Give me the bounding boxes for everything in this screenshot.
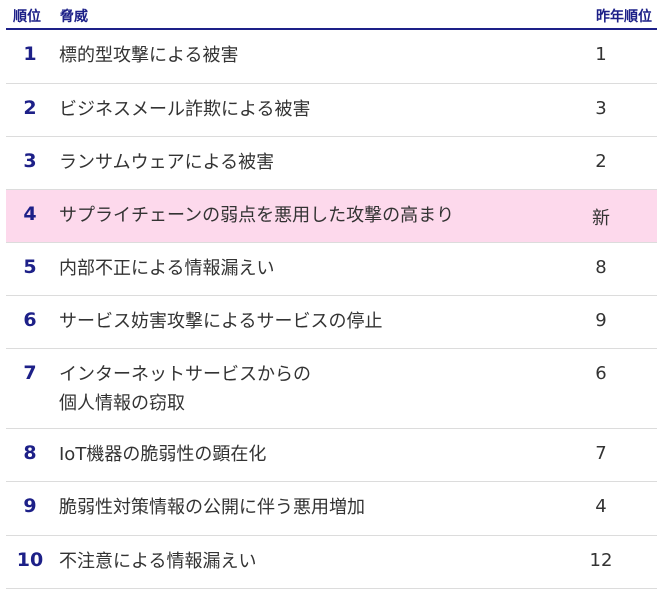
threat-name: サプライチェーンの弱点を悪用した攻撃の高まり bbox=[59, 205, 455, 226]
rank-number: 3 bbox=[23, 150, 37, 172]
table-row: 1 標的型攻撃による被害 1 bbox=[6, 30, 657, 84]
previous-rank: 9 bbox=[595, 310, 607, 331]
header-threat: 脅威 bbox=[60, 9, 88, 25]
rank-number: 4 bbox=[23, 203, 37, 225]
table-row: 10 不注意による情報漏えい 12 bbox=[6, 536, 657, 589]
previous-rank: 3 bbox=[595, 98, 607, 119]
table-header: 順位 脅威 昨年順位 bbox=[6, 0, 657, 30]
threat-name: サービス妨害攻撃によるサービスの停止 bbox=[59, 311, 383, 332]
table-row: 8 IoT機器の脆弱性の顕在化 7 bbox=[6, 429, 657, 482]
rank-number: 1 bbox=[23, 43, 37, 65]
threat-name: 標的型攻撃による被害 bbox=[59, 45, 239, 66]
header-previous-rank: 昨年順位 bbox=[596, 9, 652, 25]
rank-number: 6 bbox=[23, 309, 37, 331]
threat-name: IoT機器の脆弱性の顕在化 bbox=[59, 444, 267, 465]
table-row: 5 内部不正による情報漏えい 8 bbox=[6, 243, 657, 296]
rank-number: 2 bbox=[23, 97, 37, 119]
previous-rank: 12 bbox=[589, 550, 613, 571]
table-row: 2 ビジネスメール詐欺による被害 3 bbox=[6, 84, 657, 137]
threat-name: 内部不正による情報漏えい bbox=[59, 258, 275, 279]
threat-name-line2: 個人情報の窃取 bbox=[59, 393, 185, 414]
threat-name: 不注意による情報漏えい bbox=[59, 551, 257, 572]
table-row: 3 ランサムウェアによる被害 2 bbox=[6, 137, 657, 190]
previous-rank: 2 bbox=[595, 151, 607, 172]
threat-name: ビジネスメール詐欺による被害 bbox=[59, 99, 311, 120]
previous-rank: 8 bbox=[595, 257, 607, 278]
previous-rank: 4 bbox=[595, 496, 607, 517]
threat-ranking-table: 順位 脅威 昨年順位 1 標的型攻撃による被害 1 2 ビジネスメール詐欺による… bbox=[6, 0, 657, 589]
previous-rank: 1 bbox=[595, 44, 607, 65]
rank-number: 5 bbox=[23, 256, 37, 278]
header-rank: 順位 bbox=[13, 9, 41, 25]
table-row: 7 インターネットサービスからの 個人情報の窃取 6 bbox=[6, 349, 657, 429]
threat-name: 脆弱性対策情報の公開に伴う悪用増加 bbox=[59, 497, 365, 518]
table-row-highlighted: 4 サプライチェーンの弱点を悪用した攻撃の高まり 新 bbox=[6, 190, 657, 243]
rank-number: 8 bbox=[23, 442, 37, 464]
previous-rank: 7 bbox=[595, 443, 607, 464]
rank-number: 9 bbox=[23, 495, 37, 517]
threat-name: ランサムウェアによる被害 bbox=[59, 152, 275, 173]
table-row: 9 脆弱性対策情報の公開に伴う悪用増加 4 bbox=[6, 482, 657, 536]
threat-name: インターネットサービスからの bbox=[59, 364, 311, 385]
previous-rank: 6 bbox=[595, 363, 607, 384]
previous-rank: 新 bbox=[592, 208, 610, 229]
rank-number: 7 bbox=[23, 362, 37, 384]
table-row: 6 サービス妨害攻撃によるサービスの停止 9 bbox=[6, 296, 657, 349]
rank-number: 10 bbox=[16, 549, 44, 571]
